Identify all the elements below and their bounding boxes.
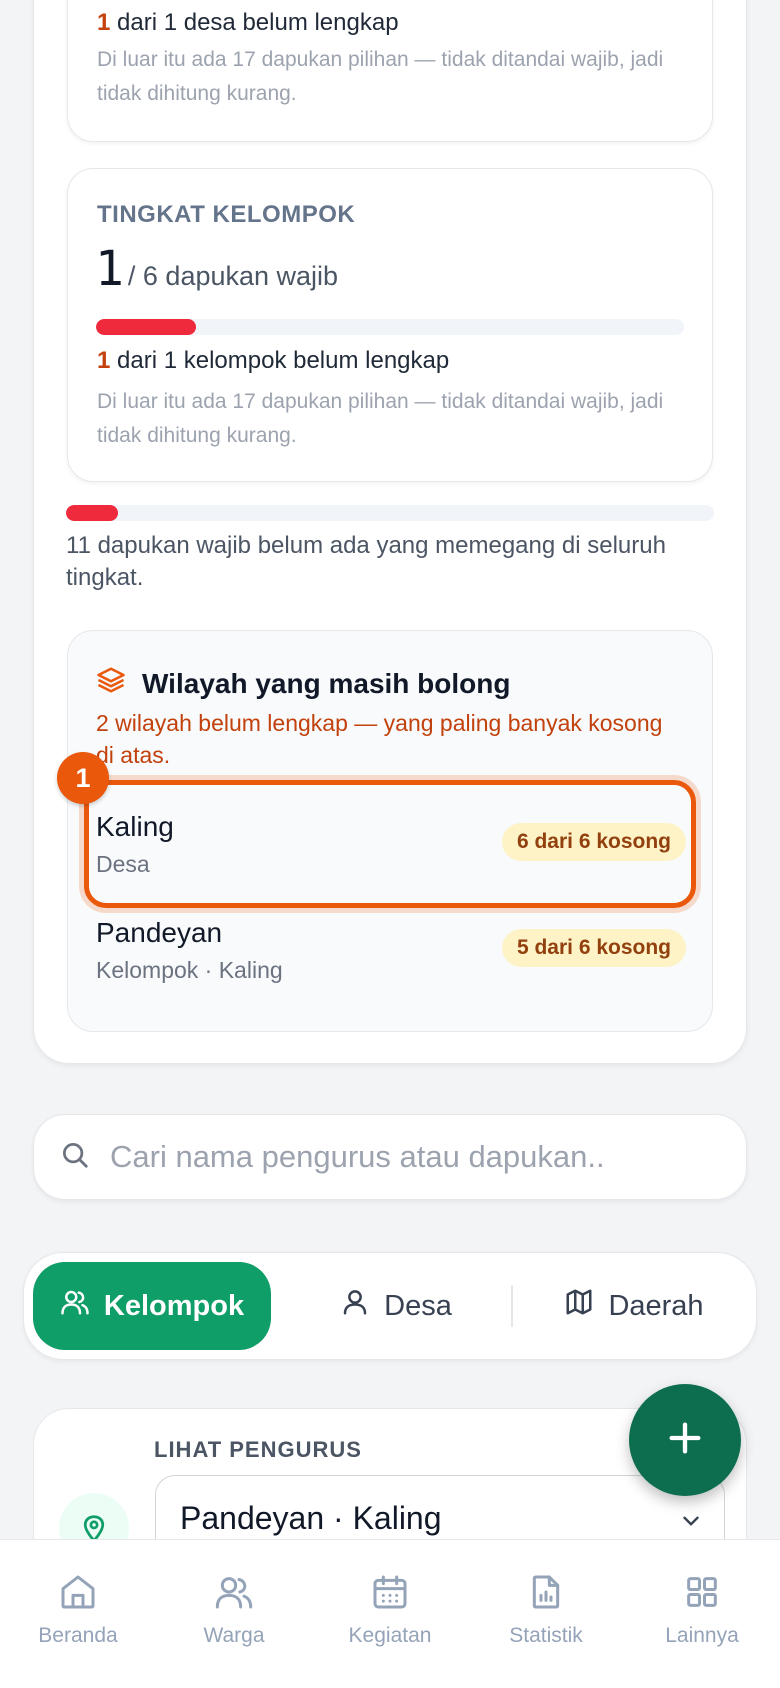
nav-kegiatan[interactable]: Kegiatan <box>320 1572 460 1648</box>
plus-icon <box>665 1418 705 1463</box>
kelompok-level-card: TINGKAT KELOMPOK 1 / 6 dapukan wajib 1 d… <box>67 168 713 482</box>
gap-item-badge: 5 dari 6 kosong <box>501 929 686 967</box>
nav-warga-label: Warga <box>203 1624 265 1647</box>
nav-kegiatan-label: Kegiatan <box>348 1624 432 1647</box>
kelompok-incomplete-text: dari 1 kelompok belum lengkap <box>110 347 450 374</box>
segment-kelompok[interactable]: Kelompok <box>33 1262 271 1350</box>
segment-desa-label: Desa <box>384 1289 452 1322</box>
step-marker: 1 <box>57 752 109 804</box>
gap-item-name: Pandeyan <box>96 917 223 948</box>
level-segmented-control: Kelompok Desa Daerah <box>23 1252 757 1360</box>
overall-progress-fill <box>66 505 118 521</box>
search-icon <box>34 1140 90 1175</box>
gaps-subtitle: 2 wilayah belum lengkap — yang paling ba… <box>96 710 663 768</box>
nav-lainnya[interactable]: Lainnya <box>632 1572 772 1648</box>
users-icon <box>164 1572 304 1614</box>
users-icon <box>60 1287 104 1325</box>
gaps-title: Wilayah yang masih bolong <box>142 667 511 699</box>
desa-incomplete-text: dari 1 desa belum lengkap <box>110 9 399 36</box>
overall-progress-bar <box>66 505 714 521</box>
add-button[interactable] <box>629 1384 741 1496</box>
calendar-icon <box>320 1572 460 1614</box>
segment-kelompok-label: Kelompok <box>103 1289 245 1322</box>
segment-daerah-label: Daerah <box>608 1289 704 1322</box>
kelompok-count: 1 / 6 dapukan wajib <box>95 241 338 297</box>
nav-beranda[interactable]: Beranda <box>8 1572 148 1648</box>
kelompok-filled-count: 1 <box>95 241 124 297</box>
gap-item-type: Kelompok · Kaling <box>96 957 283 983</box>
segment-daerah[interactable]: Daerah <box>524 1262 744 1350</box>
home-icon <box>8 1572 148 1614</box>
kelompok-progress-fill <box>96 319 196 335</box>
overall-progress-text: 11 dapukan wajib belum ada yang memegang… <box>66 532 666 591</box>
desa-note: Di luar itu ada 17 dapukan pilihan — tid… <box>97 48 664 105</box>
gaps-title-row: Wilayah yang masih bolong <box>96 665 510 702</box>
nav-lainnya-label: Lainnya <box>665 1624 739 1647</box>
kelompok-level-label: TINGKAT KELOMPOK <box>97 201 356 228</box>
search-bar[interactable] <box>33 1114 747 1200</box>
nav-warga[interactable]: Warga <box>164 1572 304 1648</box>
nav-statistik-label: Statistik <box>509 1624 583 1647</box>
bottom-navigation: Beranda Warga Kegiatan Statistik Lainnya <box>0 1539 780 1688</box>
gap-item-pandeyan[interactable]: Pandeyan Kelompok · Kaling 5 dari 6 koso… <box>96 917 686 997</box>
chart-file-icon <box>476 1572 616 1614</box>
desa-incomplete-line: 1 dari 1 desa belum lengkap <box>97 9 399 37</box>
view-select-value: Pandeyan · Kaling <box>180 1500 442 1536</box>
segment-divider <box>511 1285 513 1327</box>
segment-desa[interactable]: Desa <box>286 1262 506 1350</box>
kelompok-progress-bar <box>96 319 684 335</box>
desa-incomplete-count: 1 <box>97 9 111 36</box>
search-input[interactable] <box>110 1139 710 1175</box>
kelompok-incomplete-count: 1 <box>97 347 111 374</box>
view-label: LIHAT PENGURUS <box>154 1437 362 1462</box>
kelompok-total-text: / 6 dapukan wajib <box>127 261 339 291</box>
user-icon <box>340 1287 384 1325</box>
nav-beranda-label: Beranda <box>38 1624 118 1647</box>
grid-icon <box>632 1572 772 1614</box>
kelompok-note: Di luar itu ada 17 dapukan pilihan — tid… <box>97 390 664 447</box>
highlight-box <box>84 780 696 908</box>
desa-level-card: 1 dari 1 desa belum lengkap Di luar itu … <box>67 0 713 142</box>
layers-icon <box>96 665 142 702</box>
nav-statistik[interactable]: Statistik <box>476 1572 616 1648</box>
kelompok-incomplete-line: 1 dari 1 kelompok belum lengkap <box>97 347 449 375</box>
map-icon <box>564 1287 608 1325</box>
